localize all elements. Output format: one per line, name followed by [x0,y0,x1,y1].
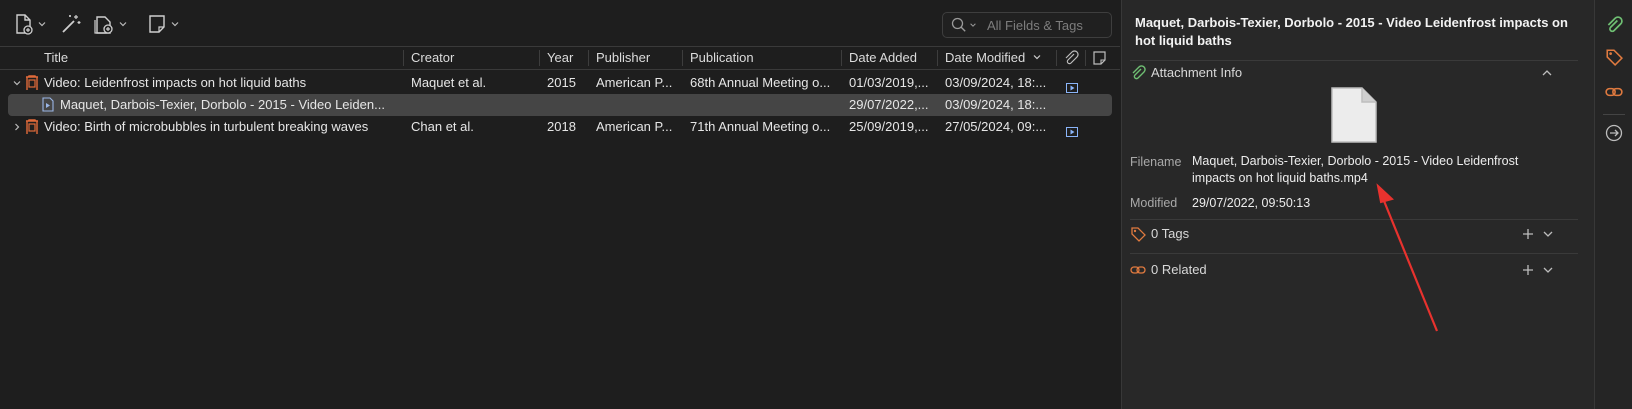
tags-header[interactable]: 0 Tags [1130,224,1189,244]
row-year: 2015 [547,75,576,90]
column-date-modified[interactable]: Date Modified [945,47,1042,69]
chevron-right-icon[interactable] [11,116,23,138]
note-icon [1093,51,1106,65]
column-separator[interactable] [841,50,842,66]
row-date-modified: 27/05/2024, 09:... [945,119,1047,134]
file-preview-icon [1331,87,1377,143]
column-attachments[interactable] [1063,50,1079,72]
plus-icon[interactable] [1522,264,1534,276]
row-date-added: 25/09/2019,... [849,119,929,134]
tag-icon [1131,227,1146,242]
tag-icon[interactable] [1605,48,1623,66]
filename-label: Filename [1130,155,1182,169]
new-item-button[interactable] [14,12,47,36]
add-by-identifier-button[interactable] [60,12,82,36]
row-creator: Maquet et al. [411,75,487,90]
table-row[interactable]: Video: Birth of microbubbles in turbulen… [8,116,1112,138]
divider [1603,114,1625,115]
column-separator[interactable] [937,50,938,66]
note-icon [149,15,165,33]
toolbar [0,0,1120,46]
items-pane: Title Creator Year Publisher Publication… [0,0,1120,409]
column-header: Title Creator Year Publisher Publication… [0,46,1120,70]
row-creator: Chan et al. [411,119,474,134]
column-creator[interactable]: Creator [411,47,454,69]
modified-label: Modified [1130,196,1178,210]
magic-wand-icon [62,15,81,33]
related-header[interactable]: 0 Related [1130,260,1207,280]
row-publication: 68th Annual Meeting o... [690,75,831,90]
column-separator[interactable] [539,50,540,66]
column-publication[interactable]: Publication [690,47,754,69]
row-date-added: 29/07/2022,... [849,97,929,112]
table-row-selected[interactable]: Maquet, Darbois-Texier, Dorbolo - 2015 -… [8,94,1112,116]
paperclip-icon [1132,65,1146,80]
row-title: Video: Leidenfrost impacts on hot liquid… [44,75,307,90]
column-date-added[interactable]: Date Added [849,47,917,69]
row-publisher: American P... [596,75,673,90]
column-separator[interactable] [403,50,404,66]
link-icon [1130,266,1146,274]
column-separator[interactable] [1056,50,1057,66]
chevron-down-icon[interactable] [1542,264,1554,276]
column-separator[interactable] [682,50,683,66]
tags-label: 0 Tags [1151,226,1190,241]
chevron-down-icon[interactable] [969,21,977,29]
attachment-add-icon [94,16,113,34]
link-icon[interactable] [1605,83,1623,101]
paperclip-icon [1065,50,1079,65]
plus-icon[interactable] [1522,228,1534,240]
column-notes[interactable] [1092,50,1107,72]
divider [1130,253,1578,254]
paperclip-icon[interactable] [1605,16,1623,34]
sort-descending-icon [1033,55,1041,60]
modified-value: 29/07/2022, 09:50:13 [1192,196,1311,210]
row-publication: 71th Annual Meeting o... [690,119,831,134]
column-year[interactable]: Year [547,47,573,69]
chevron-down-icon[interactable] [11,72,23,94]
divider [1130,60,1578,61]
chevron-up-icon[interactable] [1541,67,1553,79]
row-publisher: American P... [596,119,673,134]
search-box[interactable] [942,12,1112,38]
attachment-info-header[interactable]: Attachment Info [1130,63,1242,83]
new-note-button[interactable] [147,12,180,36]
chevron-down-icon [171,22,179,27]
column-title[interactable]: Title [44,47,68,69]
sidenav [1594,0,1632,409]
column-publisher[interactable]: Publisher [596,47,650,69]
column-separator[interactable] [1085,50,1086,66]
row-date-modified: 03/09/2024, 18:... [945,75,1047,90]
row-date-modified: 03/09/2024, 18:... [945,97,1047,112]
chevron-down-icon [119,22,127,27]
chevron-down-icon[interactable] [1542,228,1554,240]
item-detail-pane: Maquet, Darbois-Texier, Dorbolo - 2015 -… [1121,0,1594,409]
table-row[interactable]: Video: Leidenfrost impacts on hot liquid… [8,72,1112,94]
row-title: Video: Birth of microbubbles in turbulen… [44,119,369,134]
related-label: 0 Related [1151,262,1207,277]
item-title: Maquet, Darbois-Texier, Dorbolo - 2015 -… [1135,15,1568,48]
row-title: Maquet, Darbois-Texier, Dorbolo - 2015 -… [60,97,385,112]
locate-icon[interactable] [1605,124,1623,142]
row-year: 2018 [547,119,576,134]
video-attachment-icon[interactable] [1066,122,1080,144]
row-date-added: 01/03/2019,... [849,75,929,90]
video-item-icon [25,119,41,141]
search-input[interactable] [985,16,1109,34]
search-icon [951,17,966,32]
filename-value[interactable]: Maquet, Darbois-Texier, Dorbolo - 2015 -… [1192,153,1552,187]
new-document-icon [16,14,33,35]
divider [1130,219,1578,220]
chevron-down-icon [38,22,46,27]
add-attachment-button[interactable] [93,12,128,36]
attachment-info-label: Attachment Info [1151,65,1243,80]
column-separator[interactable] [588,50,589,66]
column-date-modified-label: Date Modified [945,50,1026,65]
